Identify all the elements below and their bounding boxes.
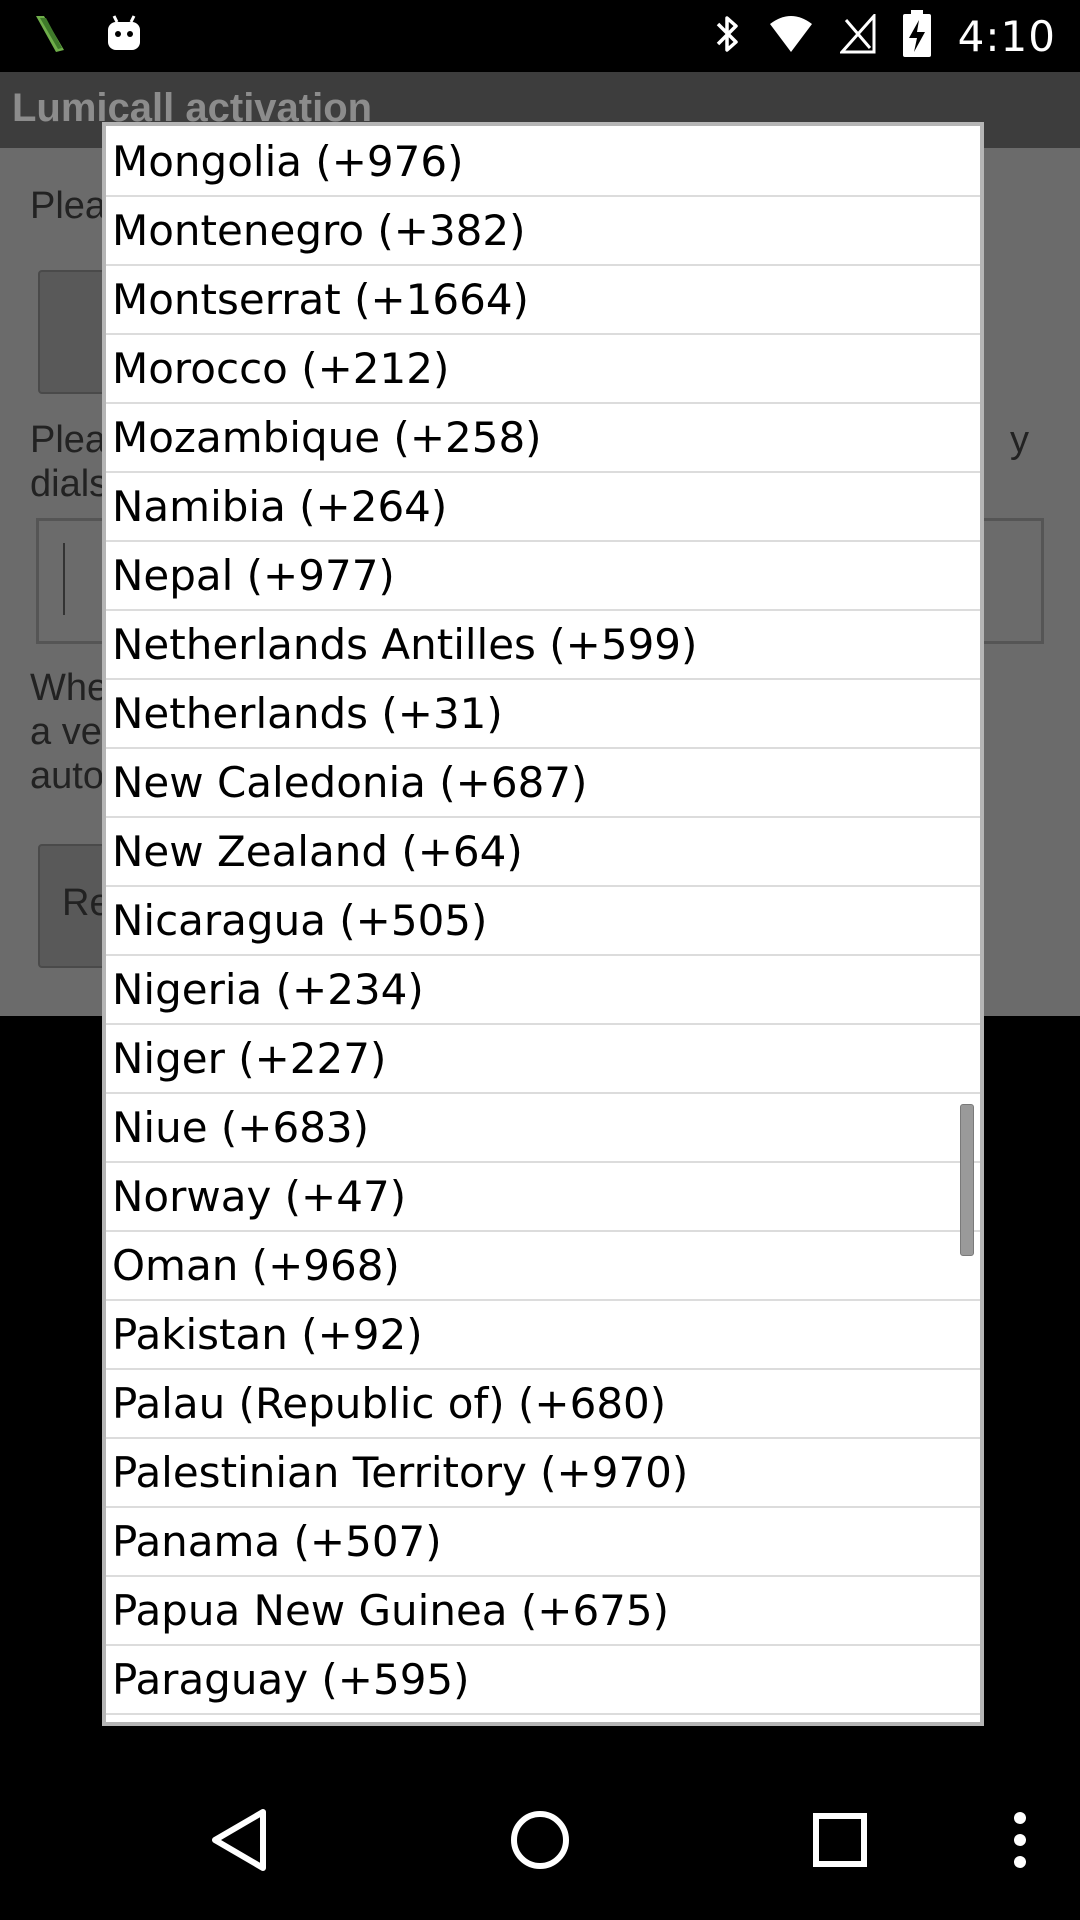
country-label: New Zealand (+64): [112, 827, 523, 876]
country-list-item[interactable]: Nigeria (+234): [106, 956, 980, 1025]
instruction-text-3-line2: a ve: [30, 711, 102, 753]
country-list-item[interactable]: Netherlands Antilles (+599): [106, 611, 980, 680]
country-list-item[interactable]: New Zealand (+64): [106, 818, 980, 887]
instruction-text-3-line3: auto: [30, 755, 104, 797]
instruction-text-2-end: y: [1010, 419, 1029, 461]
back-icon: [212, 1809, 266, 1871]
country-list-item[interactable]: Netherlands (+31): [106, 680, 980, 749]
overflow-menu-icon: [1014, 1812, 1026, 1868]
country-label: Niue (+683): [112, 1103, 370, 1152]
country-label: Pakistan (+92): [112, 1310, 423, 1359]
home-icon: [511, 1811, 569, 1869]
country-label: Paraguay (+595): [112, 1655, 470, 1704]
country-label: Nigeria (+234): [112, 965, 424, 1014]
text-cursor: [63, 543, 65, 615]
recents-button[interactable]: [790, 1760, 890, 1920]
country-label: Panama (+507): [112, 1517, 442, 1566]
country-label: Netherlands Antilles (+599): [112, 620, 698, 669]
country-picker-dialog: Mongolia (+976) Montenegro (+382) Montserr…: [102, 122, 984, 1726]
country-list-item[interactable]: Mongolia (+976): [106, 128, 980, 197]
country-label: Morocco (+212): [112, 344, 450, 393]
country-list-item[interactable]: Niger (+227): [106, 1025, 980, 1094]
instruction-text-2-line2: dials: [30, 463, 109, 505]
country-label: Namibia (+264): [112, 482, 448, 531]
country-label: Nepal (+977): [112, 551, 395, 600]
country-label: Mongolia (+976): [112, 137, 464, 186]
country-label: Montenegro (+382): [112, 206, 526, 255]
country-label: Oman (+968): [112, 1241, 400, 1290]
no-signal-icon: [838, 12, 876, 58]
country-label: Nicaragua (+505): [112, 896, 488, 945]
status-bar-left: [30, 12, 144, 60]
country-list-item[interactable]: Namibia (+264): [106, 473, 980, 542]
country-label: Niger (+227): [112, 1034, 387, 1083]
country-list-item[interactable]: Mozambique (+258): [106, 404, 980, 473]
country-list-item[interactable]: Montenegro (+382): [106, 197, 980, 266]
instruction-text-3-line1: Whe: [30, 667, 109, 709]
country-list-item[interactable]: Oman (+968): [106, 1232, 980, 1301]
country-list-item[interactable]: Paraguay (+595): [106, 1646, 980, 1715]
screen: 4:10 Lumicall activation Plea Plea dials…: [0, 0, 1080, 1920]
back-button[interactable]: [190, 1760, 290, 1920]
country-list-item[interactable]: Papua New Guinea (+675): [106, 1577, 980, 1646]
bluetooth-icon: [712, 12, 742, 60]
country-label: Netherlands (+31): [112, 689, 503, 738]
country-list-item[interactable]: New Caledonia (+687): [106, 749, 980, 818]
country-list-item[interactable]: Niue (+683): [106, 1094, 980, 1163]
country-list-item[interactable]: Palestinian Territory (+970): [106, 1439, 980, 1508]
navigation-bar: [0, 1760, 1080, 1920]
country-list-item[interactable]: Morocco (+212): [106, 335, 980, 404]
country-list-item[interactable]: Pakistan (+92): [106, 1301, 980, 1370]
country-label: Montserrat (+1664): [112, 275, 529, 324]
country-list-item[interactable]: Nepal (+977): [106, 542, 980, 611]
home-button[interactable]: [490, 1760, 590, 1920]
battery-charging-icon: [902, 10, 932, 62]
country-list[interactable]: Mongolia (+976) Montenegro (+382) Montserr…: [106, 128, 980, 1715]
country-label: Mozambique (+258): [112, 413, 542, 462]
overflow-menu-button[interactable]: [990, 1760, 1050, 1920]
country-list-item[interactable]: Montserrat (+1664): [106, 266, 980, 335]
android-debug-icon: [104, 12, 144, 60]
status-time: 4:10: [957, 11, 1056, 61]
status-bar: 4:10: [0, 0, 1080, 72]
country-list-item[interactable]: Norway (+47): [106, 1163, 980, 1232]
country-label: Norway (+47): [112, 1172, 407, 1221]
country-list-item[interactable]: Panama (+507): [106, 1508, 980, 1577]
list-scrollbar[interactable]: [960, 1104, 974, 1256]
country-label: Palau (Republic of) (+680): [112, 1379, 667, 1428]
country-label: Papua New Guinea (+675): [112, 1586, 670, 1635]
instruction-text-1: Plea: [30, 185, 107, 227]
country-list-item[interactable]: Nicaragua (+505): [106, 887, 980, 956]
country-list-item[interactable]: Palau (Republic of) (+680): [106, 1370, 980, 1439]
wifi-icon: [768, 14, 814, 58]
app-notification-icon: [30, 12, 70, 60]
recents-icon: [813, 1813, 867, 1867]
country-label: New Caledonia (+687): [112, 758, 588, 807]
status-bar-right: 4:10: [712, 8, 1056, 64]
instruction-text-2-line1: Plea: [30, 419, 107, 461]
country-label: Palestinian Territory (+970): [112, 1448, 689, 1497]
